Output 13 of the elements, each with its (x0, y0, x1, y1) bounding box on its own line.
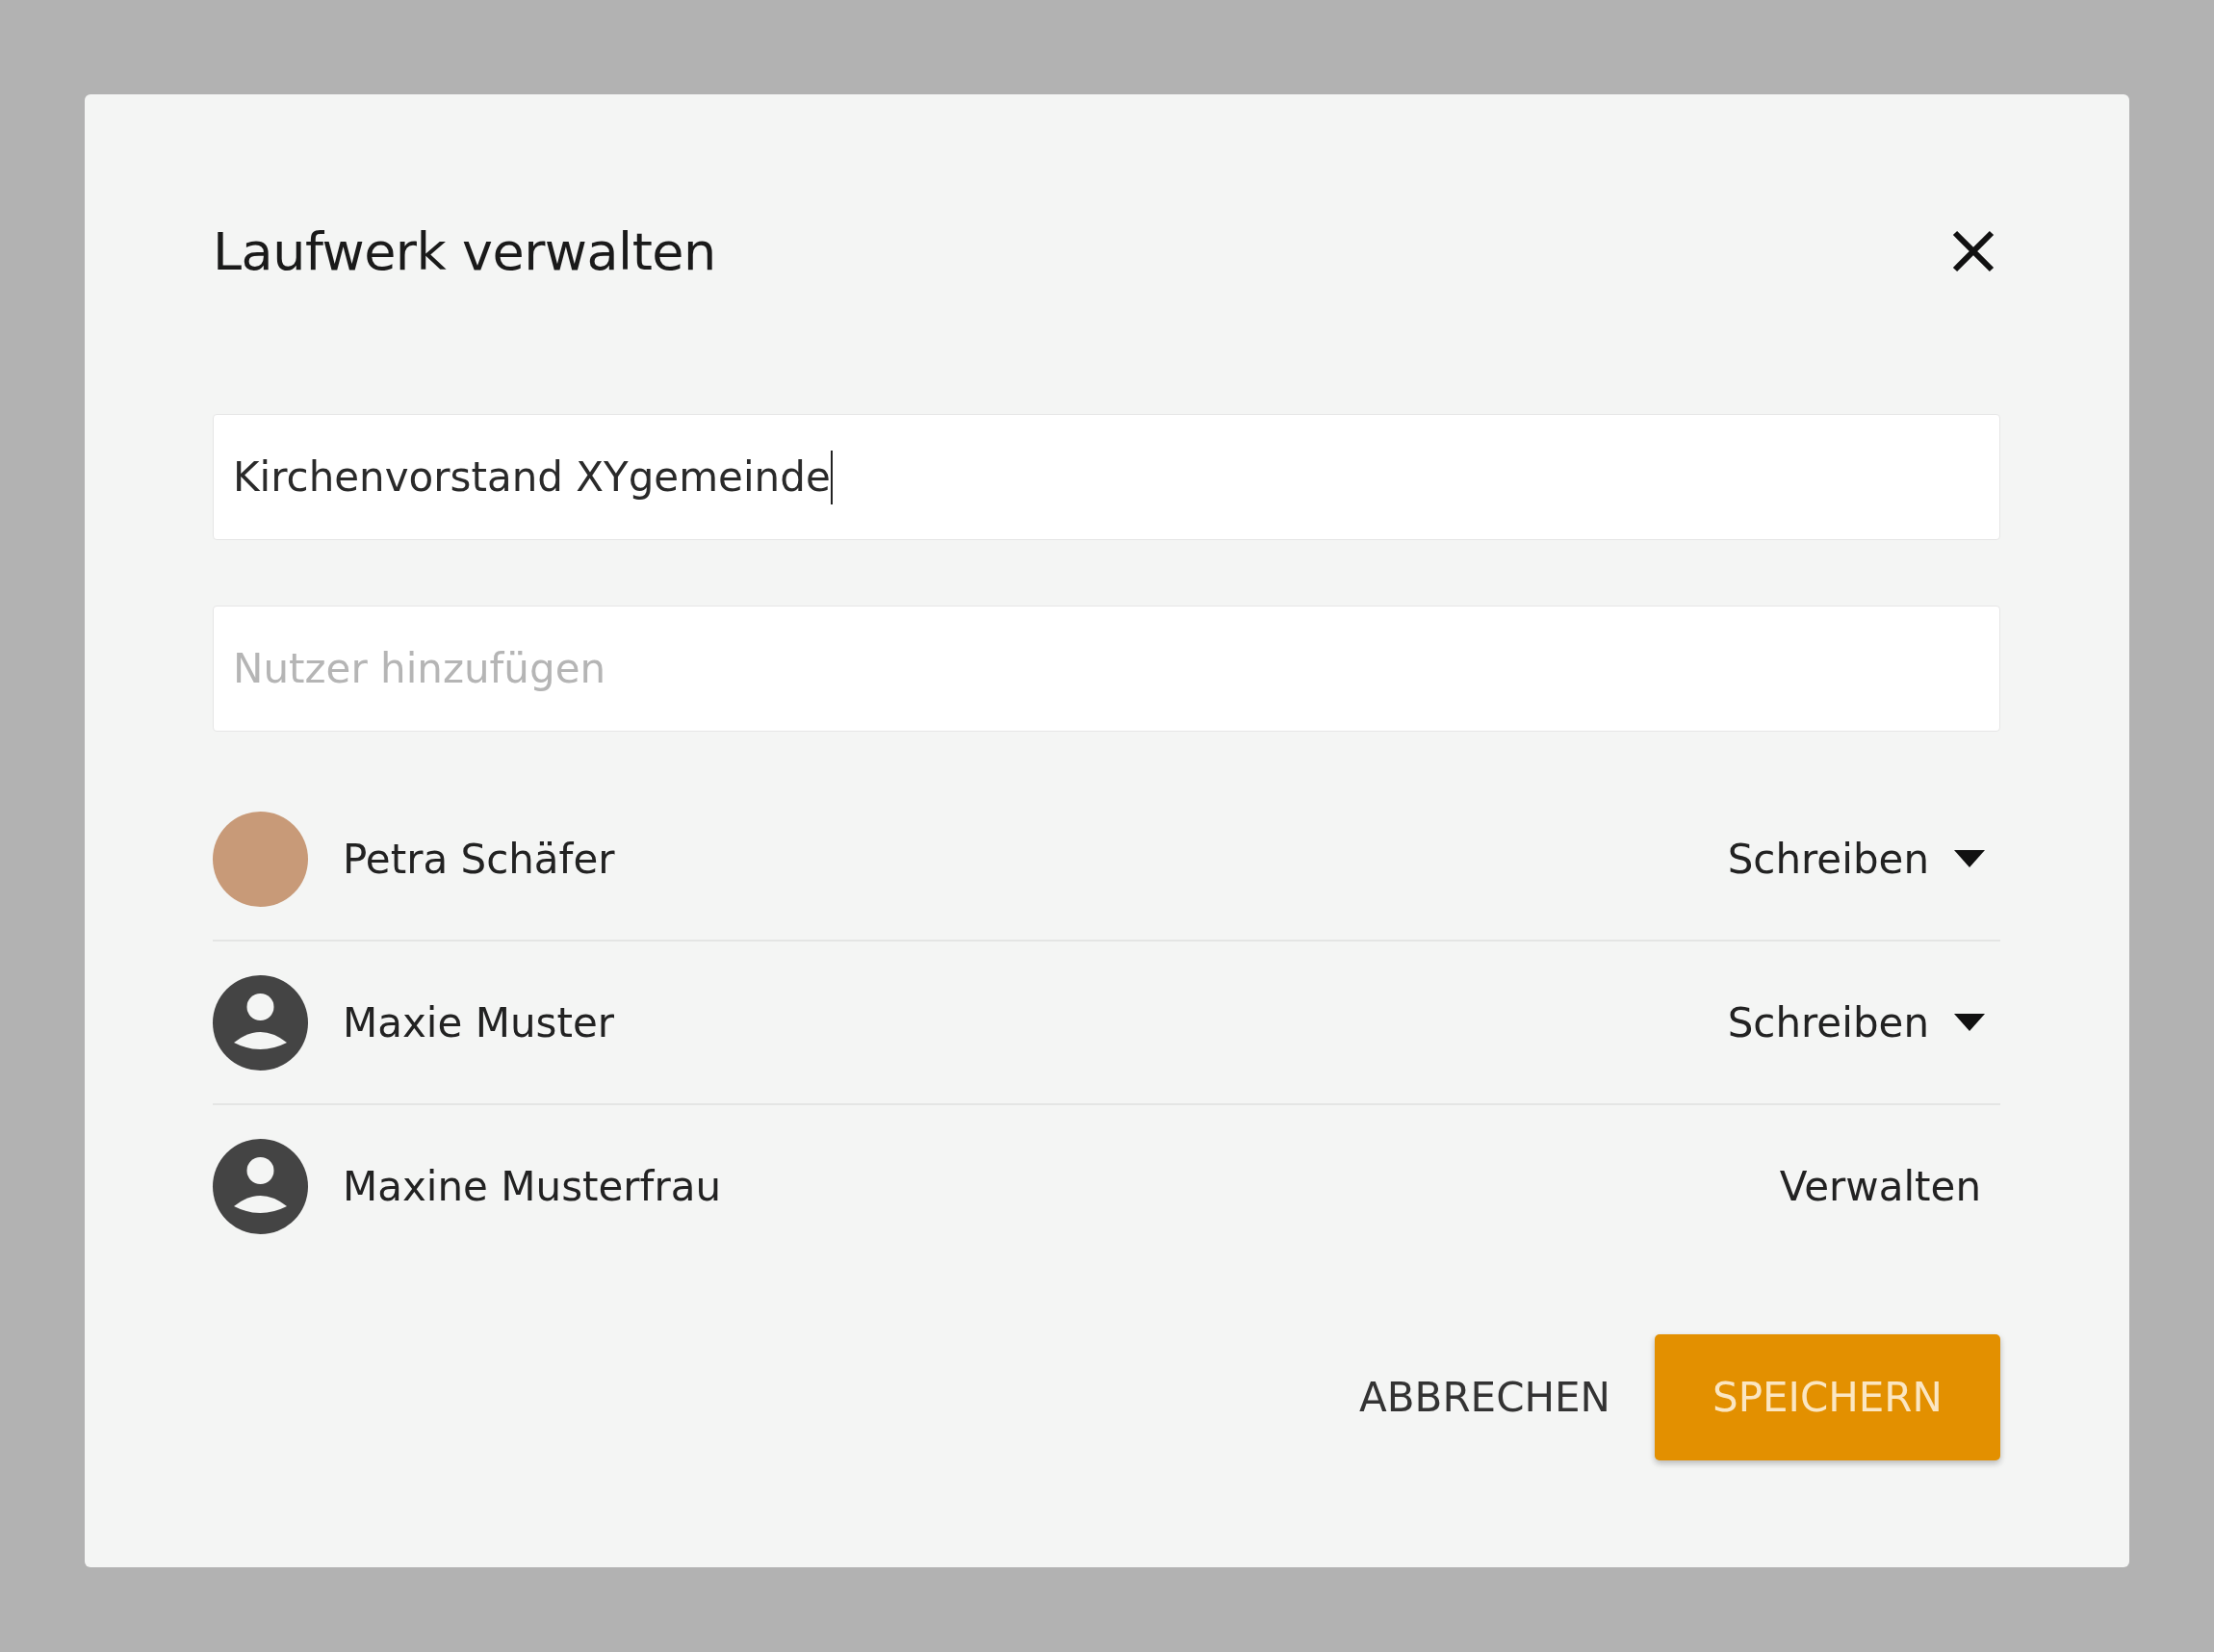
cancel-button[interactable]: ABBRECHEN (1359, 1374, 1610, 1421)
user-name: Petra Schäfer (343, 835, 616, 883)
permission-label: Verwalten (1779, 1162, 1981, 1210)
input-field[interactable]: Nutzer hinzufügen (213, 606, 2000, 732)
caret-icon (1954, 1014, 1985, 1031)
field-value: Kirchenvorstand XYgemeinde (233, 453, 831, 501)
caret-icon (1954, 850, 1985, 867)
permission-dropdown[interactable]: Schreiben (1727, 835, 2000, 883)
user-name: Maxine Musterfrau (343, 1162, 723, 1210)
dialog-title: Laufwerk verwalten (213, 220, 716, 282)
permission-dropdown[interactable]: Schreiben (1727, 998, 2000, 1046)
user-name: Maxie Muster (343, 998, 615, 1046)
input-field[interactable]: Kirchenvorstand XYgemeinde (213, 414, 2000, 540)
